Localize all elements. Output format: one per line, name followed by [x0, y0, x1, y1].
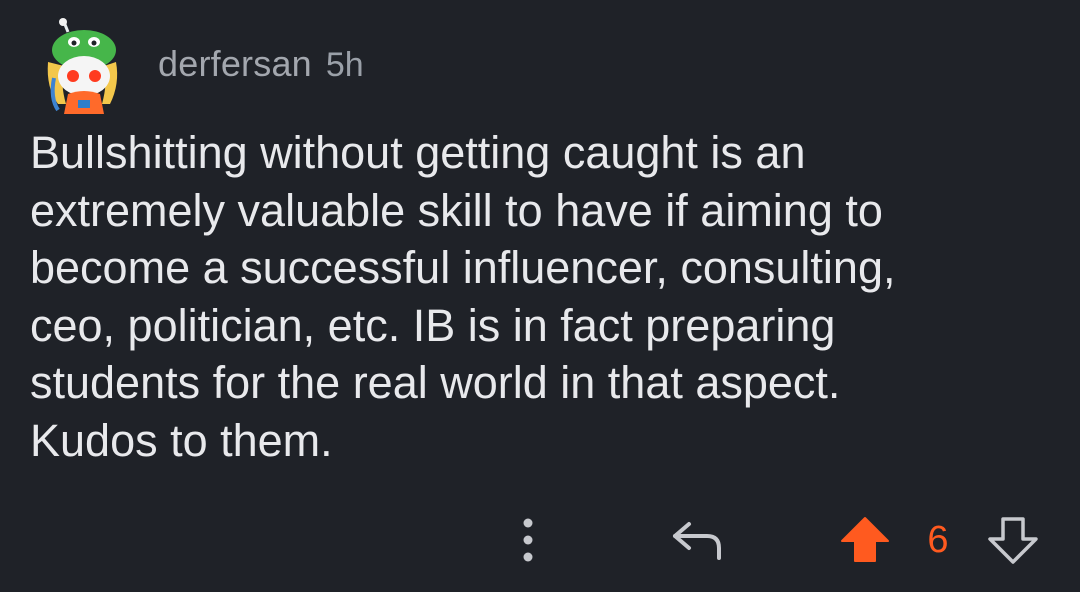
upvote-button[interactable] [836, 505, 894, 575]
downvote-button[interactable] [984, 505, 1042, 575]
more-options-button[interactable] [508, 505, 548, 575]
comment-header: derfersan 5h [38, 16, 364, 116]
comment-text: Bullshitting without getting caught is a… [30, 127, 896, 466]
more-vertical-icon [523, 518, 533, 562]
author-username[interactable]: derfersan [158, 43, 312, 85]
upvote-arrow-icon [841, 517, 889, 562]
vote-score: 6 [927, 518, 949, 561]
comment-actions-bar: 6 [0, 505, 1080, 575]
snoo-avatar-icon [47, 18, 118, 114]
user-avatar[interactable] [38, 18, 126, 114]
comment-timestamp: 5h [325, 46, 364, 84]
comment-card: derfersan 5h Bullshitting without gettin… [0, 0, 1080, 592]
author-line: derfersan 5h [158, 43, 364, 85]
downvote-arrow-icon [988, 517, 1038, 564]
reply-button[interactable] [664, 505, 730, 575]
reply-icon [673, 522, 721, 560]
